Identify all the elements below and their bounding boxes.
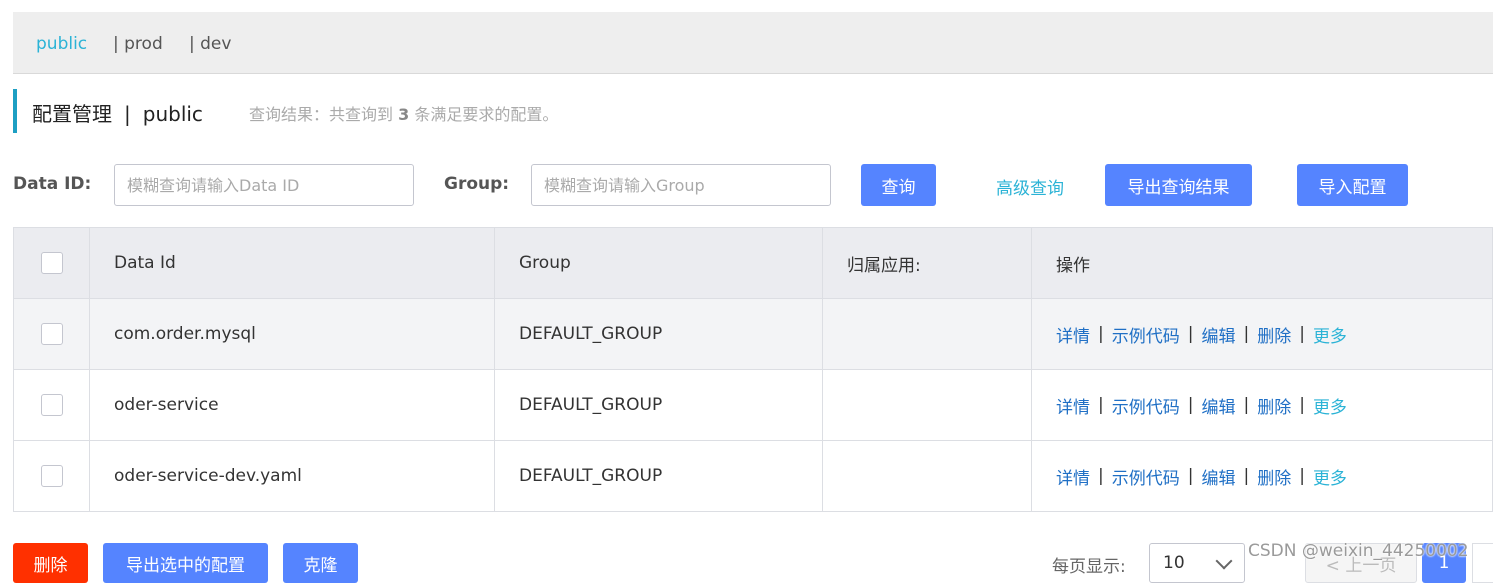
row-app — [823, 370, 1032, 440]
action-separator: | — [1243, 395, 1250, 415]
action-separator: | — [1299, 395, 1305, 415]
advanced-query-link[interactable]: 高级查询 — [996, 174, 1064, 199]
row-group: DEFAULT_GROUP — [495, 441, 823, 511]
row-actions: 详情 | 示例代码 | 编辑 | 删除 | 更多 — [1032, 299, 1493, 369]
column-header-actions: 操作 — [1056, 255, 1090, 276]
group-input[interactable] — [531, 164, 831, 206]
edit-link[interactable]: 编辑 — [1201, 322, 1235, 347]
action-separator: | — [1243, 466, 1250, 486]
next-page-button[interactable] — [1472, 543, 1493, 583]
query-result-suffix: 条满足要求的配置。 — [414, 105, 559, 124]
action-separator: | — [1187, 395, 1194, 415]
page-size-select[interactable]: 10 — [1149, 543, 1245, 583]
export-results-button[interactable]: 导出查询结果 — [1105, 164, 1252, 206]
data-id-input[interactable] — [114, 164, 414, 206]
search-button[interactable]: 查询 — [861, 164, 936, 206]
action-separator: | — [1098, 324, 1104, 344]
sample-code-link[interactable]: 示例代码 — [1112, 322, 1180, 347]
details-link[interactable]: 详情 — [1056, 464, 1090, 489]
row-checkbox[interactable] — [40, 323, 63, 345]
row-select-cell — [14, 370, 90, 440]
namespace-tab-dev[interactable]: | dev — [189, 34, 231, 54]
delete-link[interactable]: 删除 — [1257, 322, 1291, 347]
query-result-summary: 查询结果：共查询到 3 条满足要求的配置。 — [249, 101, 558, 125]
details-link[interactable]: 详情 — [1056, 322, 1090, 347]
page-size-value: 10 — [1163, 553, 1185, 573]
row-group: DEFAULT_GROUP — [495, 370, 823, 440]
title-accent-bar — [13, 89, 17, 133]
title-separator: | — [124, 102, 131, 126]
row-data-id: com.order.mysql — [90, 299, 495, 369]
more-link[interactable]: 更多 — [1313, 393, 1347, 418]
action-separator: | — [1098, 466, 1104, 486]
action-separator: | — [1299, 324, 1305, 344]
namespace-bar: public | prod | dev — [13, 12, 1493, 74]
action-separator: | — [1187, 466, 1194, 486]
edit-link[interactable]: 编辑 — [1201, 393, 1235, 418]
column-header-app: 归属应用: — [823, 228, 1032, 298]
group-label: Group: — [444, 174, 510, 194]
query-result-prefix: 查询结果：共查询到 — [249, 105, 394, 124]
select-all-checkbox[interactable] — [40, 252, 63, 274]
page-title: 配置管理 | public — [32, 98, 203, 127]
column-header-group[interactable]: Group — [495, 228, 823, 298]
page-title-namespace: public — [142, 102, 203, 126]
page-title-label: 配置管理 — [32, 102, 112, 126]
row-checkbox[interactable] — [40, 465, 63, 487]
delete-link[interactable]: 删除 — [1257, 393, 1291, 418]
namespace-tab-public[interactable]: public — [36, 34, 87, 54]
row-select-cell — [14, 299, 90, 369]
column-header-data-id[interactable]: Data Id — [90, 228, 495, 298]
table-row: oder-service-dev.yaml DEFAULT_GROUP 详情 | 示… — [14, 441, 1492, 512]
table-header: Data Id Group 归属应用: 操作 — [14, 228, 1492, 299]
edit-link[interactable]: 编辑 — [1201, 464, 1235, 489]
row-select-cell — [14, 441, 90, 511]
header-select-cell — [14, 228, 90, 298]
data-id-label: Data ID: — [13, 174, 92, 194]
action-separator: | — [1299, 466, 1305, 486]
clone-button[interactable]: 克隆 — [283, 543, 358, 583]
chevron-down-icon — [1215, 552, 1233, 570]
page-header: 配置管理 | public 查询结果：共查询到 3 条满足要求的配置。 — [13, 89, 1413, 133]
page-size-label: 每页显示: — [1052, 557, 1126, 577]
export-selected-button[interactable]: 导出选中的配置 — [103, 543, 268, 583]
table-row: oder-service DEFAULT_GROUP 详情 | 示例代码 | 编辑 | 删除… — [14, 370, 1492, 441]
row-data-id: oder-service — [90, 370, 495, 440]
row-group: DEFAULT_GROUP — [495, 299, 823, 369]
import-config-button[interactable]: 导入配置 — [1297, 164, 1408, 206]
watermark: CSDN @weixin_44250002 — [1248, 541, 1469, 561]
row-checkbox[interactable] — [40, 394, 63, 416]
namespace-tab-prod[interactable]: | prod — [113, 34, 163, 54]
action-separator: | — [1098, 395, 1104, 415]
sample-code-link[interactable]: 示例代码 — [1112, 393, 1180, 418]
sample-code-link[interactable]: 示例代码 — [1112, 464, 1180, 489]
details-link[interactable]: 详情 — [1056, 393, 1090, 418]
row-data-id: oder-service-dev.yaml — [90, 441, 495, 511]
row-actions: 详情 | 示例代码 | 编辑 | 删除 | 更多 — [1032, 370, 1493, 440]
more-link[interactable]: 更多 — [1313, 464, 1347, 489]
action-separator: | — [1243, 324, 1250, 344]
row-app — [823, 299, 1032, 369]
delete-link[interactable]: 删除 — [1257, 464, 1291, 489]
bulk-delete-button[interactable]: 删除 — [13, 543, 88, 583]
query-result-count: 3 — [398, 105, 410, 124]
table-row: com.order.mysql DEFAULT_GROUP 详情 | 示例代码 | 编辑… — [14, 299, 1492, 370]
row-actions: 详情 | 示例代码 | 编辑 | 删除 | 更多 — [1032, 441, 1493, 511]
config-table: Data Id Group 归属应用: 操作 com.order.mysql D… — [13, 227, 1493, 512]
action-separator: | — [1187, 324, 1194, 344]
more-link[interactable]: 更多 — [1313, 322, 1347, 347]
row-app — [823, 441, 1032, 511]
